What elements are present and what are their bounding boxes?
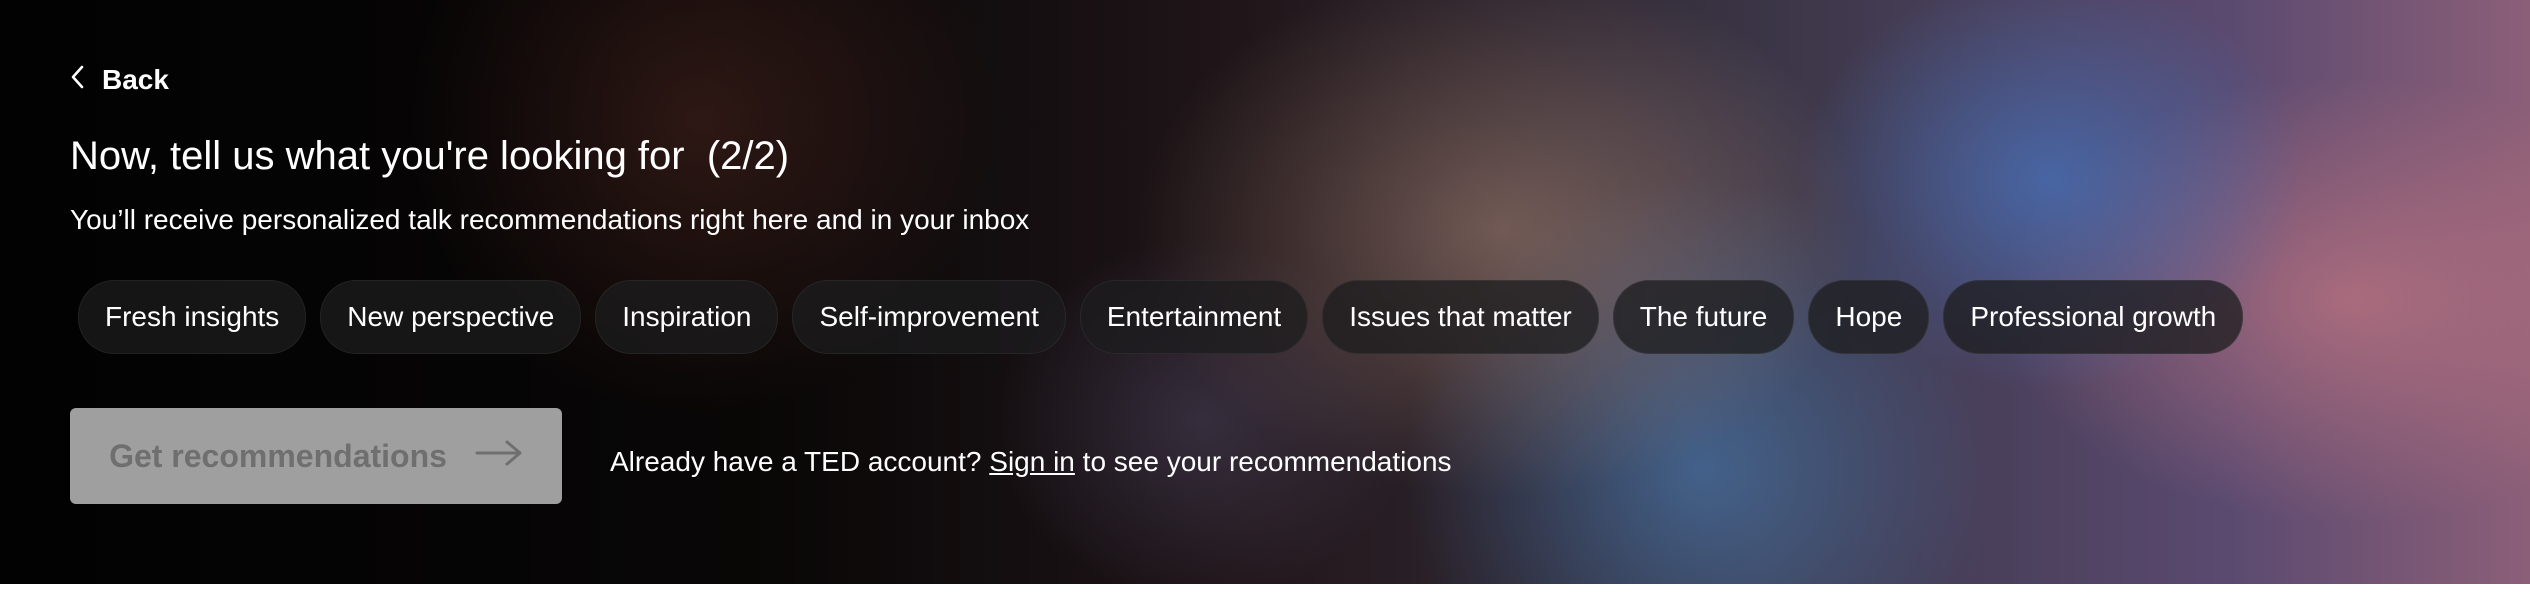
step-indicator: (2/2) <box>706 134 790 178</box>
onboarding-panel: Back Now, tell us what you're looking fo… <box>0 0 2530 584</box>
chip-self-improvement[interactable]: Self-improvement <box>792 280 1066 354</box>
chip-new-perspective[interactable]: New perspective <box>320 280 582 354</box>
back-label: Back <box>102 64 169 95</box>
page-title-text: Now, tell us what you're looking for <box>70 134 685 178</box>
arrow-right-icon <box>475 438 523 475</box>
page-title: Now, tell us what you're looking for (2/… <box>70 134 789 179</box>
get-recommendations-button[interactable]: Get recommendations <box>70 408 562 504</box>
get-recommendations-label: Get recommendations <box>109 437 447 474</box>
back-button[interactable]: Back <box>70 64 169 96</box>
page-subtitle: You’ll receive personalized talk recomme… <box>70 204 1030 235</box>
chip-issues-that-matter[interactable]: Issues that matter <box>1322 280 1599 354</box>
chevron-left-icon <box>70 64 84 96</box>
chip-hope[interactable]: Hope <box>1808 280 1930 354</box>
chip-professional-growth[interactable]: Professional growth <box>1943 280 2244 354</box>
chip-the-future[interactable]: The future <box>1612 280 1795 354</box>
chip-inspiration[interactable]: Inspiration <box>595 280 779 354</box>
interest-chip-list: Fresh insights New perspective Inspirati… <box>78 280 2244 354</box>
signin-suffix: to see your recommendations <box>1082 446 1452 477</box>
chip-fresh-insights[interactable]: Fresh insights <box>78 280 307 354</box>
chip-entertainment[interactable]: Entertainment <box>1079 280 1309 354</box>
signin-prompt: Already have a TED account? Sign in to s… <box>610 446 1452 478</box>
signin-prefix: Already have a TED account? <box>610 446 982 477</box>
sign-in-link[interactable]: Sign in <box>989 446 1075 477</box>
